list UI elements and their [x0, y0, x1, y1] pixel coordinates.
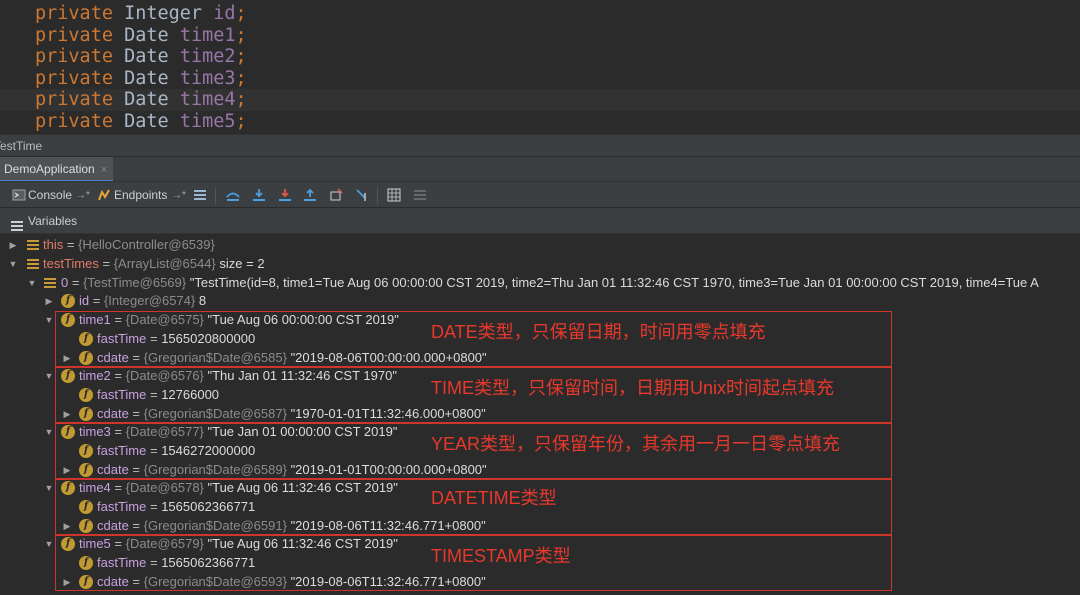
tree-row-id[interactable]: ▶ f id = {Integer@6574} 8: [0, 292, 1080, 311]
variables-title: Variables: [28, 214, 78, 228]
tab-demoapplication[interactable]: DemoApplication ×: [0, 157, 114, 182]
code-line[interactable]: private Date time2;: [0, 46, 1080, 68]
field-icon: f: [61, 294, 75, 308]
console-tab-button[interactable]: Console: [28, 182, 72, 209]
annotation-date: DATE类型，只保留日期，时间用零点填充: [431, 322, 766, 342]
annotation-time: TIME类型，只保留时间，日期用Unix时间起点填充: [431, 378, 835, 398]
equals: =: [68, 275, 84, 290]
keyword: private: [35, 3, 113, 24]
variables-header: Variables: [0, 208, 1080, 234]
variable-name: this: [43, 237, 64, 252]
collapse-arrow-icon[interactable]: ▼: [8, 255, 18, 274]
annotation-timestamp: TIMESTAMP类型: [431, 546, 571, 566]
field-name: time1: [179, 24, 236, 46]
code-line[interactable]: private Integer id;: [0, 3, 1080, 25]
semicolon: ;: [235, 67, 247, 89]
size-label: size = 2: [215, 256, 265, 271]
pin-icon[interactable]: →*: [172, 182, 186, 209]
evaluate-expression-icon[interactable]: [387, 188, 401, 202]
endpoints-tab-button[interactable]: Endpoints: [114, 182, 167, 209]
collapse-arrow-icon[interactable]: ▼: [44, 479, 54, 498]
toolbar-separator: [377, 187, 378, 204]
semicolon: ;: [235, 3, 247, 24]
equals: =: [89, 293, 104, 308]
annotation-year: YEAR类型，只保留年份，其余用一月一日零点填充: [431, 434, 841, 454]
object-value: 8: [195, 293, 207, 308]
object-value: "TestTime(id=8, time1=Tue Aug 06 00:00:0…: [186, 275, 1039, 290]
type: Date: [124, 67, 169, 89]
code-line[interactable]: private Date time3;: [0, 68, 1080, 90]
collapse-arrow-icon[interactable]: ▼: [44, 367, 54, 386]
object-ref: {TestTime@6569}: [83, 275, 187, 290]
breadcrumb[interactable]: TestTime: [0, 134, 1080, 156]
keyword: private: [35, 24, 113, 46]
keyword: private: [35, 67, 113, 89]
object-ref: {Integer@6574}: [103, 293, 196, 308]
debug-tab-bar: DemoApplication ×: [0, 156, 1080, 182]
step-out-icon[interactable]: [303, 188, 317, 202]
trace-icon[interactable]: [413, 188, 427, 202]
collapse-arrow-icon[interactable]: ▼: [44, 311, 54, 330]
collapse-arrow-icon[interactable]: ▼: [44, 535, 54, 554]
object-icon: [44, 278, 56, 289]
object-ref: {ArrayList@6544}: [113, 256, 216, 271]
equals: =: [63, 237, 79, 252]
drop-frame-icon[interactable]: [329, 188, 343, 202]
toolbar-separator: [215, 187, 216, 204]
field-name: time2: [179, 46, 236, 67]
tree-row-this[interactable]: ▶ this = {HelloController@6539}: [0, 236, 1080, 255]
code-line[interactable]: private Date time1;: [0, 25, 1080, 47]
object-icon: [27, 240, 39, 251]
type: Date: [124, 46, 169, 67]
keyword: private: [35, 89, 113, 110]
pin-icon[interactable]: →*: [76, 182, 90, 209]
field-name: time5: [179, 110, 236, 132]
force-step-into-icon[interactable]: [278, 188, 292, 202]
menu-icon[interactable]: [193, 188, 207, 202]
tree-row-testtimes[interactable]: ▼ testTimes = {ArrayList@6544} size = 2: [0, 255, 1080, 274]
collapse-arrow-icon[interactable]: ▼: [44, 423, 54, 442]
semicolon: ;: [235, 89, 247, 110]
semicolon: ;: [235, 24, 247, 46]
step-over-icon[interactable]: [252, 188, 266, 202]
equals: =: [98, 256, 114, 271]
field-name: time3: [179, 67, 236, 89]
run-to-cursor-icon[interactable]: [355, 188, 369, 202]
debug-toolbar: Console →* Endpoints →*: [0, 181, 1080, 208]
show-execution-point-icon[interactable]: [226, 188, 240, 202]
type: Date: [124, 110, 169, 132]
collapse-arrow-icon[interactable]: ▼: [27, 274, 37, 293]
field-name: time4: [179, 89, 236, 110]
object-icon: [27, 259, 39, 270]
semicolon: ;: [235, 110, 247, 132]
code-line-current[interactable]: private Date time4;: [0, 89, 1080, 111]
object-ref: {HelloController@6539}: [78, 237, 215, 252]
semicolon: ;: [235, 46, 247, 67]
keyword: private: [35, 110, 113, 132]
type: Integer: [124, 3, 203, 24]
type: Date: [124, 24, 169, 46]
expand-arrow-icon[interactable]: ▶: [8, 236, 18, 255]
expand-arrow-icon[interactable]: ▶: [44, 292, 54, 311]
console-icon: [12, 188, 26, 202]
tab-label: DemoApplication: [4, 162, 95, 176]
variable-name: testTimes: [43, 256, 99, 271]
endpoints-icon: [97, 188, 111, 202]
code-editor[interactable]: private Integer id; private Date time1; …: [0, 0, 1080, 134]
code-line[interactable]: private Date time5;: [0, 111, 1080, 133]
annotation-datetime: DATETIME类型: [431, 488, 557, 508]
variable-name: id: [79, 293, 90, 308]
field-name: id: [213, 3, 236, 24]
type: Date: [124, 89, 169, 110]
keyword: private: [35, 46, 113, 67]
close-icon[interactable]: ×: [101, 164, 107, 176]
tree-row-item-0[interactable]: ▼ 0 = {TestTime@6569} "TestTime(id=8, ti…: [0, 274, 1080, 293]
